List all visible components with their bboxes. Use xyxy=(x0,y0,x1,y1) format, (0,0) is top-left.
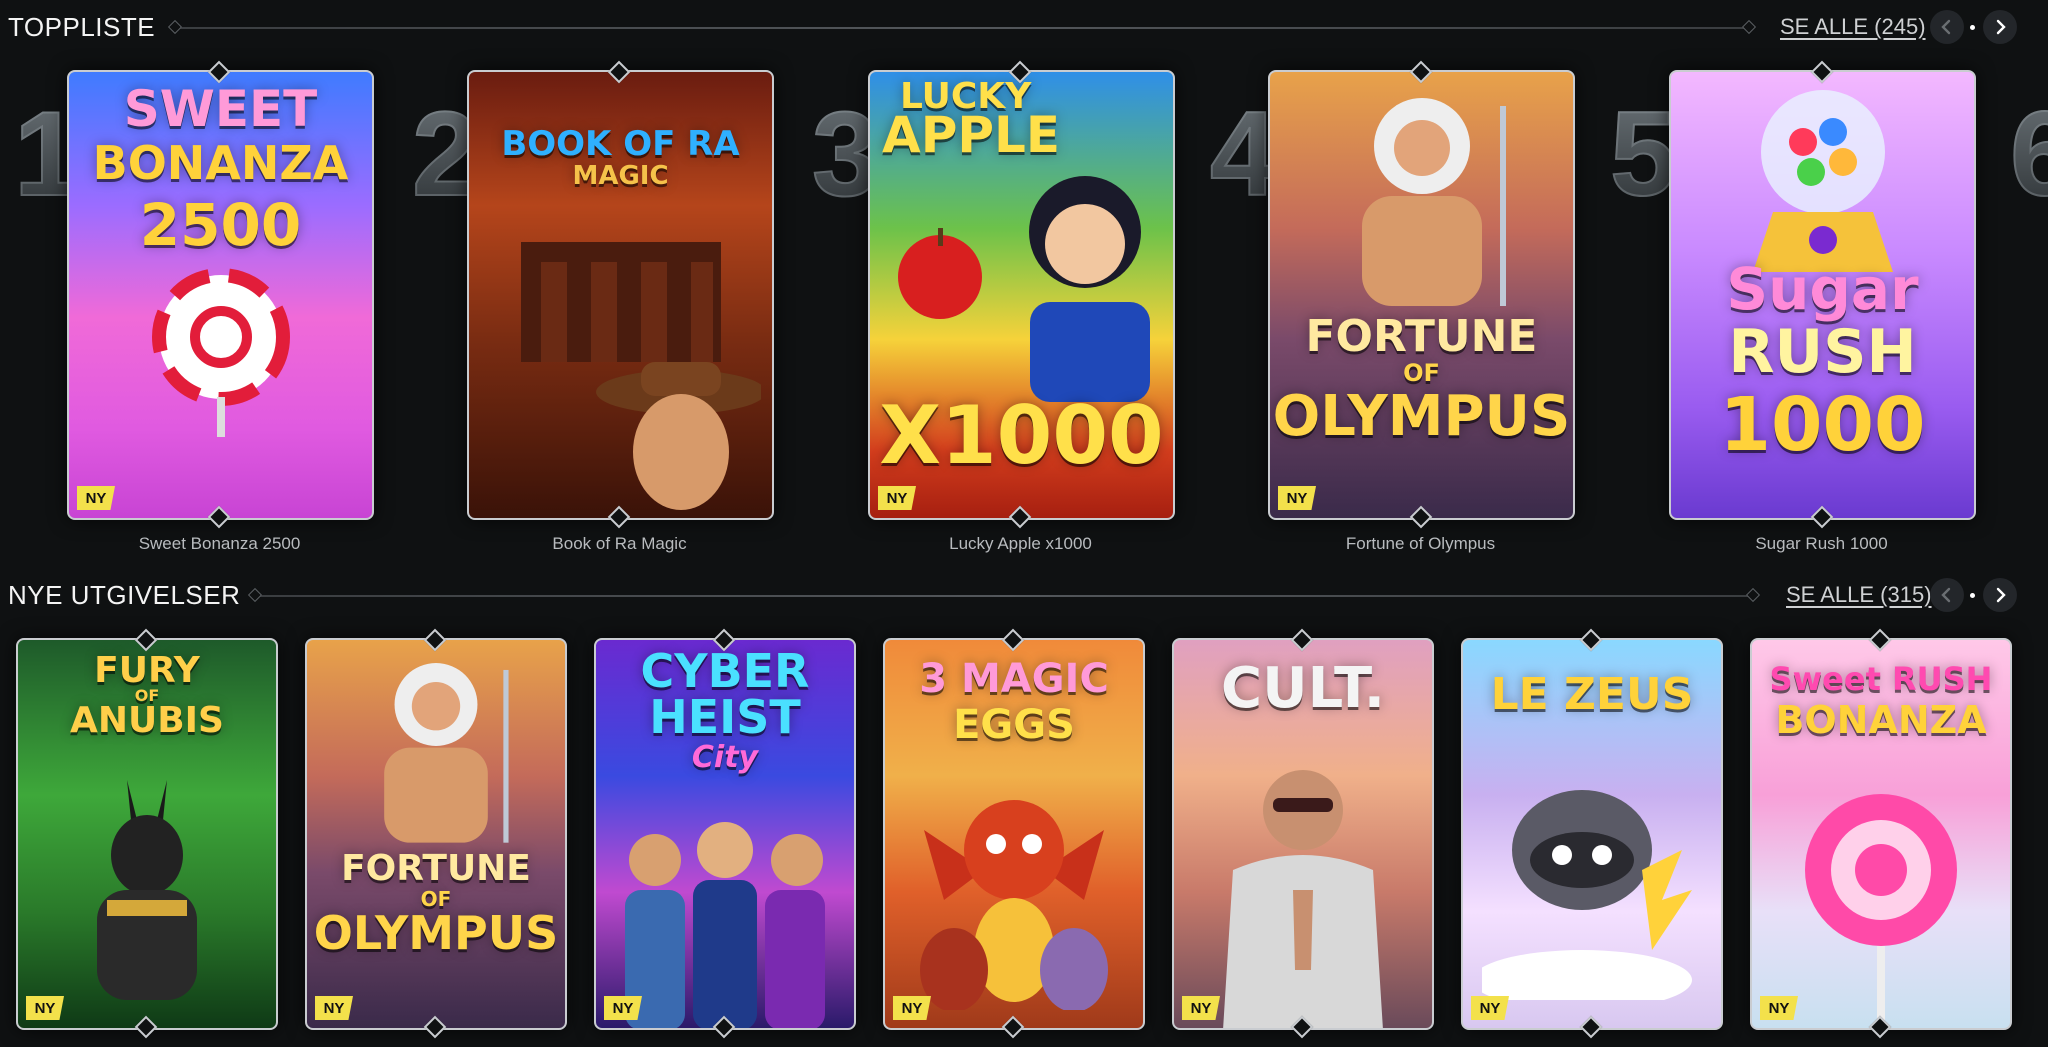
section-title: TOPPLISTE xyxy=(8,12,156,42)
carousel-next-button[interactable] xyxy=(1983,10,2017,44)
raccoon-icon xyxy=(1463,750,1721,1010)
game-card-3-magic-eggs[interactable]: 3 MAGIC EGGS NY xyxy=(883,638,1145,1030)
new-badge: NY xyxy=(604,996,642,1020)
game-logo-text: 3 MAGIC xyxy=(919,656,1109,702)
chevron-left-icon xyxy=(1941,19,1951,35)
game-title[interactable]: Book of Ra Magic xyxy=(467,534,772,554)
game-title[interactable]: Sweet Bonanza 2500 xyxy=(67,534,372,554)
carousel-prev-button[interactable] xyxy=(1930,10,1964,44)
game-card-cult[interactable]: CULT. NY xyxy=(1172,638,1434,1030)
new-badge: NY xyxy=(1278,486,1316,510)
game-card-fury-of-anubis[interactable]: FURY OF ANUBIS NY xyxy=(16,638,278,1030)
new-badge: NY xyxy=(315,996,353,1020)
new-badge: NY xyxy=(878,486,916,510)
game-logo-text: SWEET xyxy=(123,80,318,138)
section-divider xyxy=(256,595,1752,597)
game-logo-text: ANUBIS xyxy=(70,700,224,741)
new-releases-header: NYE UTGIVELSER SE ALLE (315) xyxy=(0,568,2048,624)
characters-icon xyxy=(596,800,854,1028)
new-badge: NY xyxy=(1182,996,1220,1020)
toplist-section: TOPPLISTE SE ALLE (245) 1 2 3 4 5 6 SWEE… xyxy=(0,0,2048,560)
game-logo-text: FORTUNE xyxy=(1305,311,1538,362)
game-logo-text: 1000 xyxy=(1719,382,1926,468)
see-all-link[interactable]: SE ALLE (315) xyxy=(1786,582,1932,608)
see-all-link[interactable]: SE ALLE (245) xyxy=(1780,14,1926,40)
game-card-sweet-rush-bonanza[interactable]: Sweet RUSH BONANZA NY xyxy=(1750,638,2012,1030)
game-logo-text: BOOK OF RA xyxy=(501,124,740,164)
game-logo-text: CULT. xyxy=(1221,656,1385,721)
rank-number: 6 xyxy=(2009,85,2048,223)
new-badge: NY xyxy=(1471,996,1509,1020)
toplist-header: TOPPLISTE SE ALLE (245) xyxy=(0,0,2048,56)
lollipop-icon xyxy=(69,267,372,442)
rank-number: 5 xyxy=(1609,86,1678,222)
new-badge: NY xyxy=(893,996,931,1020)
zeus-icon xyxy=(1270,86,1573,321)
new-releases-section: NYE UTGIVELSER SE ALLE (315) FURY OF ANU… xyxy=(0,568,2048,1047)
explorer-icon xyxy=(559,352,772,518)
game-card-lucky-apple-x1000[interactable]: LUCKY APPLE X1000 NY xyxy=(868,70,1175,520)
game-title[interactable]: Lucky Apple x1000 xyxy=(868,534,1173,554)
game-logo-text: HEIST xyxy=(649,690,801,744)
game-logo-text: LE ZEUS xyxy=(1490,669,1694,720)
game-logo-text: APPLE xyxy=(882,106,1061,164)
chevron-right-icon xyxy=(1996,587,2006,603)
carousel-position-dot xyxy=(1970,25,1975,30)
game-logo-text: EGGS xyxy=(953,702,1075,748)
new-badge: NY xyxy=(1760,996,1798,1020)
game-card-sweet-bonanza-2500[interactable]: SWEET BONANZA 2500 NY xyxy=(67,70,374,520)
game-card-sugar-rush-1000[interactable]: Sugar RUSH 1000 xyxy=(1669,70,1976,520)
zeus-icon xyxy=(307,652,565,857)
game-logo-text: Sugar xyxy=(1726,255,1919,323)
game-logo-text: CYBER xyxy=(640,644,810,698)
dragon-icon xyxy=(885,760,1143,1015)
game-logo-text: BONANZA xyxy=(1775,698,1987,742)
game-logo-text: FURY xyxy=(94,650,200,691)
rank-number: 4 xyxy=(1209,86,1278,222)
carousel-position-dot xyxy=(1970,593,1975,598)
game-logo-text: X1000 xyxy=(879,389,1164,482)
lollipop-icon xyxy=(1752,780,2010,1025)
game-logo-text: 2500 xyxy=(139,191,302,259)
anubis-icon xyxy=(18,760,276,1005)
section-title: NYE UTGIVELSER xyxy=(8,580,241,610)
temple-icon xyxy=(469,212,772,367)
cult-leader-icon xyxy=(1174,740,1432,1028)
new-badge: NY xyxy=(26,996,64,1020)
game-card-book-of-ra-magic[interactable]: BOOK OF RA MAGIC xyxy=(467,70,774,520)
game-card-cyber-heist-city[interactable]: CYBER HEIST City NY xyxy=(594,638,856,1030)
game-title[interactable]: Fortune of Olympus xyxy=(1268,534,1573,554)
game-logo-text: RUSH xyxy=(1728,317,1917,387)
chevron-left-icon xyxy=(1941,587,1951,603)
game-card-fortune-of-olympus[interactable]: FORTUNE OF OLYMPUS NY xyxy=(305,638,567,1030)
game-logo-text: OLYMPUS xyxy=(1272,384,1571,449)
game-card-fortune-of-olympus[interactable]: FORTUNE OF OLYMPUS NY xyxy=(1268,70,1575,520)
game-title[interactable]: Sugar Rush 1000 xyxy=(1669,534,1974,554)
game-logo-text: FORTUNE xyxy=(341,848,531,889)
carousel-prev-button[interactable] xyxy=(1930,578,1964,612)
game-logo-text: City xyxy=(691,740,759,775)
chevron-right-icon xyxy=(1996,19,2006,35)
carousel-next-button[interactable] xyxy=(1983,578,2017,612)
game-logo-text: BONANZA xyxy=(92,136,349,190)
game-logo-text: MAGIC xyxy=(572,161,669,191)
game-logo-text: OF xyxy=(1403,359,1440,387)
game-logo-text: OLYMPUS xyxy=(313,906,559,960)
game-logo-text: Sweet RUSH xyxy=(1769,660,1993,698)
section-divider xyxy=(176,27,1748,29)
new-badge: NY xyxy=(77,486,115,510)
princess-icon xyxy=(1000,162,1173,407)
game-card-le-zeus[interactable]: LE ZEUS NY xyxy=(1461,638,1723,1030)
